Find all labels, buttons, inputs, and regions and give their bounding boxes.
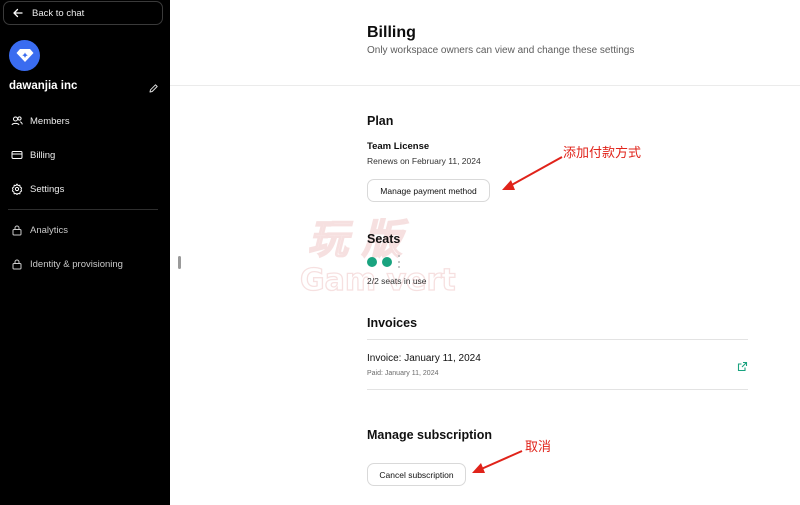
subscription-heading: Manage subscription: [367, 428, 493, 442]
diamond-icon: [16, 49, 33, 62]
seats-usage-text: 2/2 seats in use: [367, 276, 427, 286]
sidebar-item-label: Billing: [30, 149, 56, 161]
sidebar-item-label: Settings: [30, 183, 65, 195]
plan-name: Team License: [367, 141, 430, 152]
annotation-arrow-payment-head: [502, 180, 515, 190]
sidebar-item-settings[interactable]: Settings: [0, 179, 170, 199]
back-to-chat-button[interactable]: Back to chat: [3, 1, 163, 25]
annotation-arrow-cancel: [478, 450, 523, 471]
sidebar-item-identity-provisioning[interactable]: Identity & provisioning: [0, 254, 170, 274]
sidebar-item-billing[interactable]: Billing: [0, 145, 170, 165]
pencil-icon[interactable]: [148, 81, 159, 93]
arrow-left-icon: [12, 7, 24, 19]
workspace-logo: [9, 40, 40, 71]
external-link-icon[interactable]: [737, 359, 748, 372]
invoices-divider: [367, 389, 748, 390]
sidebar-item-analytics[interactable]: Analytics: [0, 220, 170, 240]
sidebar: Back to chat dawanjia inc Members Billin…: [0, 0, 170, 505]
annotation-add-payment: 添加付款方式: [563, 145, 642, 160]
lock-icon: [11, 224, 23, 236]
sidebar-item-label: Identity & provisioning: [30, 258, 123, 270]
seat-avatar: [382, 257, 392, 267]
lock-icon: [11, 258, 23, 270]
plan-renewal-date: Renews on February 11, 2024: [367, 156, 481, 166]
sidebar-item-label: Analytics: [30, 224, 69, 236]
header-divider: [170, 85, 800, 86]
annotation-cancel: 取消: [525, 439, 552, 454]
sidebar-divider: [8, 209, 158, 210]
gear-icon: [11, 183, 23, 195]
invoices-heading: Invoices: [367, 316, 418, 330]
sidebar-item-members[interactable]: Members: [0, 111, 170, 131]
annotation-arrow-payment: [507, 156, 563, 188]
invoices-divider: [367, 339, 748, 340]
sidebar-resize-handle[interactable]: [178, 256, 181, 269]
members-icon: [11, 115, 23, 127]
more-seats-icon[interactable]: [398, 255, 401, 268]
seats-heading: Seats: [367, 232, 401, 246]
seat-avatar: [367, 257, 377, 267]
page-subtitle: Only workspace owners can view and chang…: [367, 45, 635, 56]
invoice-title[interactable]: Invoice: January 11, 2024: [367, 353, 481, 364]
card-icon: [11, 149, 23, 161]
annotation-arrow-cancel-head: [472, 463, 485, 473]
plan-heading: Plan: [367, 114, 394, 128]
back-to-chat-label: Back to chat: [32, 7, 85, 19]
invoice-paid-date: Paid: January 11, 2024: [367, 370, 439, 377]
workspace-name: dawanjia inc: [9, 80, 78, 92]
cancel-subscription-button[interactable]: Cancel subscription: [367, 463, 466, 486]
sidebar-item-label: Members: [30, 115, 70, 127]
manage-payment-method-button[interactable]: Manage payment method: [367, 179, 490, 202]
page-title: Billing: [367, 24, 416, 41]
